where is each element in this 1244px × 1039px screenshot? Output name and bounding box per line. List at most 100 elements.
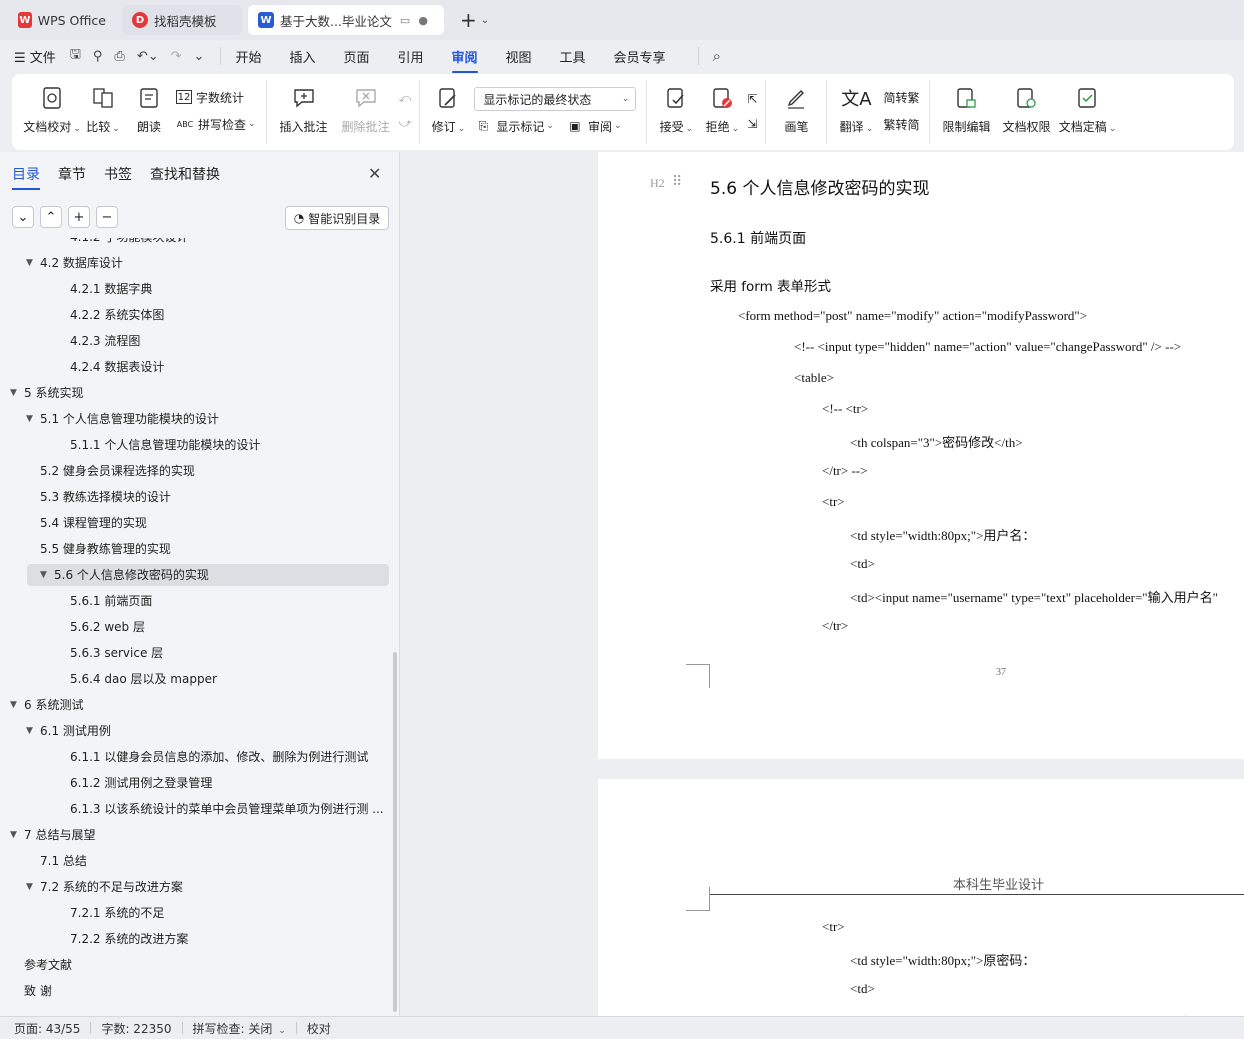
code-line[interactable]: <!-- <tr>	[822, 401, 868, 417]
reject-button[interactable]: 拒绝 ⌄	[699, 80, 745, 135]
toc-item[interactable]: 6.1.1 以健身会员信息的添加、修改、删除为例进行测试	[70, 746, 368, 768]
next-change-icon[interactable]: ⇲	[747, 117, 757, 131]
heading-level-marker[interactable]: H2	[650, 176, 665, 191]
accept-button[interactable]: 接受 ⌄	[653, 80, 699, 135]
toc-item[interactable]: 5.6.2 web 层	[70, 616, 145, 638]
new-tab-button[interactable]: +	[460, 8, 477, 32]
document-page[interactable]: H2 ⠿ 5.6 个人信息修改密码的实现 5.6.1 前端页面 采用 form …	[598, 152, 1244, 759]
track-changes-button[interactable]: 修订 ⌄	[426, 80, 470, 135]
toc-item[interactable]: ▼ 6.1 测试用例	[26, 720, 111, 742]
toc-item[interactable]: 5.6.3 service 层	[70, 642, 163, 664]
toc-item[interactable]: 5.1.1 个人信息管理功能模块的设计	[70, 434, 260, 456]
subsection-heading[interactable]: 5.6.1 前端页面	[710, 228, 806, 248]
delete-comment-button[interactable]: 删除批注	[335, 80, 397, 135]
monitor-icon[interactable]: ▭	[400, 14, 410, 27]
paragraph[interactable]: 采用 form 表单形式	[710, 275, 831, 295]
tab-home[interactable]: 开始	[235, 47, 261, 66]
code-line[interactable]: <table>	[794, 370, 834, 386]
word-count-button[interactable]: 12 字数统计	[176, 89, 256, 106]
tab-document[interactable]: W 基于大数...毕业论文 ▭ ●	[248, 5, 444, 35]
code-line[interactable]: <td style="width:80px;">原密码：	[850, 950, 1035, 969]
tab-member[interactable]: 会员专享	[614, 47, 666, 66]
spell-check-button[interactable]: ABC 拼写检查 ⌄	[176, 115, 256, 133]
smart-toc-button[interactable]: ◔ 智能识别目录	[285, 206, 389, 230]
toc-item[interactable]: ▼ 4.2 数据库设计	[26, 252, 123, 274]
toc-item[interactable]: 5.3 教练选择模块的设计	[40, 486, 171, 508]
page-indicator[interactable]: 页面: 43/55	[14, 1020, 80, 1037]
tab-chapters[interactable]: 章节	[58, 164, 86, 184]
toc-item[interactable]: 4.2.2 系统实体图	[70, 304, 164, 326]
toc-item[interactable]: ▼ 5 系统实现	[10, 382, 83, 404]
tab-wps-office[interactable]: W WPS Office	[8, 5, 116, 35]
toc-item[interactable]: 4.1.2 子功能模块设计	[70, 238, 188, 248]
remove-heading-button[interactable]: −	[96, 206, 118, 228]
toc-item[interactable]: ▼ 5.1 个人信息管理功能模块的设计	[26, 408, 219, 430]
show-markup-button[interactable]: ⎘ 显示标记 ⌄	[474, 117, 554, 135]
section-heading[interactable]: 5.6 个人信息修改密码的实现	[710, 174, 929, 199]
toc-item[interactable]: 6.1.2 测试用例之登录管理	[70, 772, 212, 794]
tab-references[interactable]: 引用	[397, 47, 423, 66]
ink-button[interactable]: 画笔	[772, 80, 820, 135]
doc-permission-button[interactable]: 文档权限	[996, 80, 1056, 135]
insert-comment-button[interactable]: 插入批注	[273, 80, 335, 135]
tab-view[interactable]: 视图	[506, 47, 532, 66]
tab-docer-templates[interactable]: D 找稻壳模板	[122, 5, 242, 35]
code-line[interactable]: <td style="width:80px;">用户名：	[850, 525, 1035, 544]
expand-all-button[interactable]: ⌄	[12, 206, 34, 228]
code-line[interactable]: <td>	[850, 556, 875, 572]
proofread-indicator[interactable]: 校对	[307, 1020, 331, 1037]
restrict-edit-button[interactable]: 限制编辑	[936, 80, 996, 135]
toc-item[interactable]: 参考文献	[24, 954, 72, 976]
expand-arrow-icon[interactable]: ▼	[26, 876, 40, 898]
undo-icon[interactable]: ↶⌄	[137, 49, 159, 64]
toc-item[interactable]: 5.2 健身会员课程选择的实现	[40, 460, 195, 482]
expand-arrow-icon[interactable]: ▼	[26, 720, 40, 742]
code-line[interactable]: <form method="post" name="modify" action…	[738, 308, 1087, 324]
review-pane-button[interactable]: ▣ 审阅 ⌄	[566, 117, 621, 135]
redo-icon[interactable]: ↷	[171, 49, 182, 64]
read-aloud-button[interactable]: 朗读	[126, 80, 172, 135]
toc-item[interactable]: 4.2.3 流程图	[70, 330, 140, 352]
code-line[interactable]: <tr>	[822, 494, 845, 510]
toc-item[interactable]: 5.5 健身教练管理的实现	[40, 538, 171, 560]
tab-find-replace[interactable]: 查找和替换	[150, 164, 220, 184]
toc-item[interactable]: 4.2.4 数据表设计	[70, 356, 164, 378]
toc-item[interactable]: 6.1.3 以该系统设计的菜单中会员管理菜单项为例进行测 ...	[70, 798, 384, 820]
chevron-down-icon[interactable]: ⌄	[481, 15, 489, 26]
markup-mode-select[interactable]: 显示标记的最终状态 ⌄	[474, 87, 637, 111]
simplified-to-traditional-button[interactable]: 简转繁	[883, 89, 919, 106]
code-line[interactable]: <td>	[850, 981, 875, 997]
close-icon[interactable]: ✕	[368, 164, 381, 183]
file-menu[interactable]: ☰ 文件	[14, 47, 56, 66]
toc-item[interactable]: ▼ 5.6 个人信息修改密码的实现	[27, 564, 389, 586]
translate-button[interactable]: 文A 翻译 ⌄	[833, 80, 879, 135]
previous-change-icon[interactable]: ⇱	[747, 92, 757, 106]
finalize-button[interactable]: 文档定稿 ⌄	[1056, 80, 1118, 135]
expand-arrow-icon[interactable]: ▼	[40, 564, 54, 586]
document-canvas[interactable]: H2 ⠿ 5.6 个人信息修改密码的实现 5.6.1 前端页面 采用 form …	[401, 152, 1244, 1016]
tab-tools[interactable]: 工具	[560, 47, 586, 66]
toc-item[interactable]: 7.1 总结	[40, 850, 87, 872]
code-line[interactable]: </tr>	[822, 618, 848, 634]
print-preview-icon[interactable]: ⎙	[114, 49, 124, 64]
toc-item[interactable]: 5.4 课程管理的实现	[40, 512, 147, 534]
toc-item[interactable]: 7.2.2 系统的改进方案	[70, 928, 188, 950]
traditional-to-simplified-button[interactable]: 繁转简	[883, 116, 919, 133]
code-line[interactable]: </tr> -->	[822, 463, 867, 479]
compare-button[interactable]: 比较 ⌄	[80, 80, 126, 135]
share-icon[interactable]: ⚲	[93, 49, 103, 64]
expand-arrow-icon[interactable]: ▼	[10, 824, 24, 846]
toc-item[interactable]: ▼ 7 总结与展望	[10, 824, 95, 846]
proofread-button[interactable]: 文档校对 ⌄	[23, 80, 81, 135]
previous-comment-icon[interactable]: ⤺	[399, 91, 412, 106]
expand-arrow-icon[interactable]: ▼	[10, 382, 24, 404]
add-heading-button[interactable]: +	[68, 206, 90, 228]
toc-item[interactable]: 7.2.1 系统的不足	[70, 902, 164, 924]
collapse-all-button[interactable]: ⌃	[40, 206, 62, 228]
toc-item[interactable]: 致 谢	[24, 980, 52, 1002]
drag-handle-icon[interactable]: ⠿	[672, 174, 682, 191]
toc-item[interactable]: ▼ 7.2 系统的不足与改进方案	[26, 876, 183, 898]
word-count-indicator[interactable]: 字数: 22350	[101, 1020, 171, 1037]
code-line[interactable]: <td><input name="username" type="text" p…	[850, 587, 1218, 606]
code-line[interactable]: <th colspan="3">密码修改</th>	[850, 432, 1023, 451]
